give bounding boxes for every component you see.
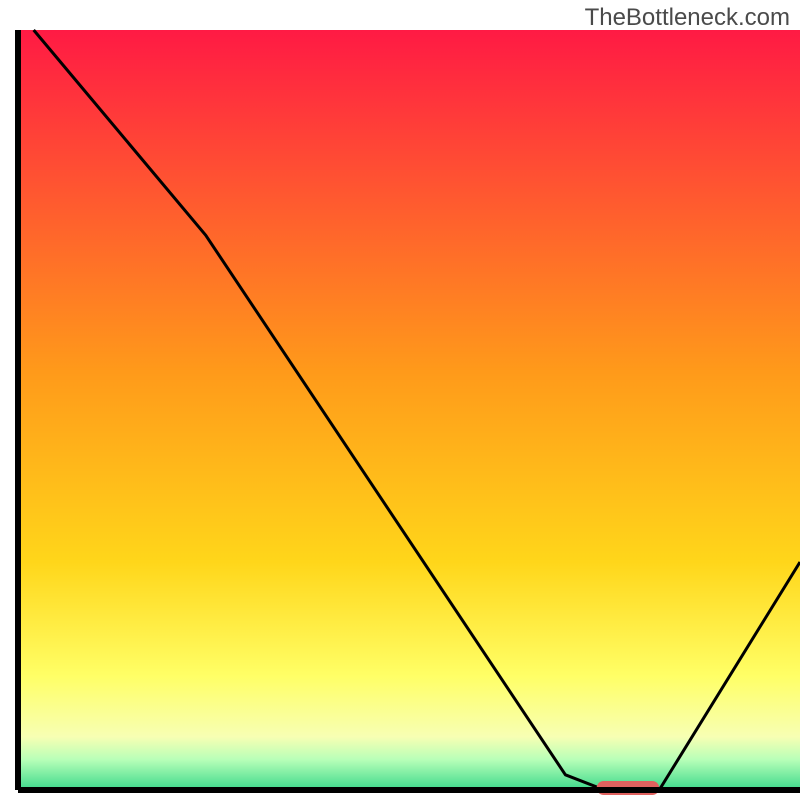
bottleneck-chart: TheBottleneck.com (0, 0, 800, 800)
chart-svg (0, 0, 800, 800)
chart-background (18, 30, 800, 790)
watermark-text: TheBottleneck.com (585, 4, 790, 32)
